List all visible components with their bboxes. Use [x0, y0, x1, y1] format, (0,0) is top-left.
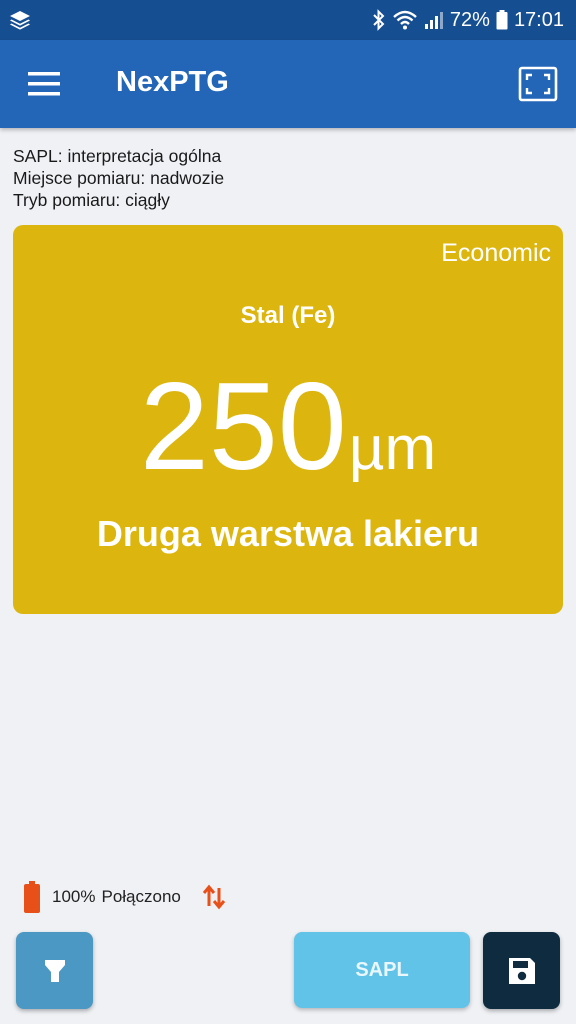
menu-button[interactable] [18, 62, 70, 106]
status-bar: 72% 17:01 [0, 0, 576, 40]
clock: 17:01 [513, 8, 564, 31]
material-label: Stal (Fe) [240, 302, 336, 329]
app-bar: NexPTG [0, 40, 576, 128]
device-battery-level: 100% [52, 887, 96, 906]
info-line-location: Miejsce pomiaru: nadwozie [13, 168, 225, 188]
device-battery-icon [24, 881, 40, 913]
sapl-button[interactable]: SAPL [294, 932, 470, 1008]
info-line-mode: Tryb pomiaru: ciągły [13, 190, 170, 210]
measurement-info: SAPL: interpretacja ogólna Miejsce pomia… [13, 145, 224, 211]
save-icon [508, 957, 535, 984]
hamburger-menu-icon [28, 72, 60, 96]
info-line-sapl: SAPL: interpretacja ogólna [13, 146, 222, 166]
measurement-card: Economic Stal (Fe) 250µm Druga warstwa l… [13, 225, 563, 614]
battery-percent: 72% [449, 8, 490, 31]
device-status: 100% Połączono [24, 880, 227, 914]
data-transfer-icon [202, 884, 226, 910]
signal-icon [424, 10, 444, 30]
flashlight-button[interactable] [16, 932, 93, 1009]
connection-status: Połączono [101, 887, 181, 906]
status-battery-icon [496, 10, 508, 30]
mode-label: Economic [441, 239, 551, 267]
app-title: NexPTG [116, 66, 229, 98]
bluetooth-icon [372, 9, 386, 31]
measurement-unit: µm [348, 414, 437, 483]
measurement-value: 250 [139, 358, 347, 496]
measurement-value-row: 250µm [13, 365, 563, 489]
fullscreen-icon [518, 66, 558, 102]
interpretation-label: Druga warstwa lakieru [96, 513, 480, 554]
status-indicators: 72% 17:01 [372, 6, 564, 34]
flashlight-icon [44, 959, 65, 982]
fullscreen-button[interactable] [518, 66, 558, 102]
save-button[interactable] [483, 932, 560, 1009]
wifi-icon [392, 9, 418, 31]
layers-icon [8, 8, 32, 32]
